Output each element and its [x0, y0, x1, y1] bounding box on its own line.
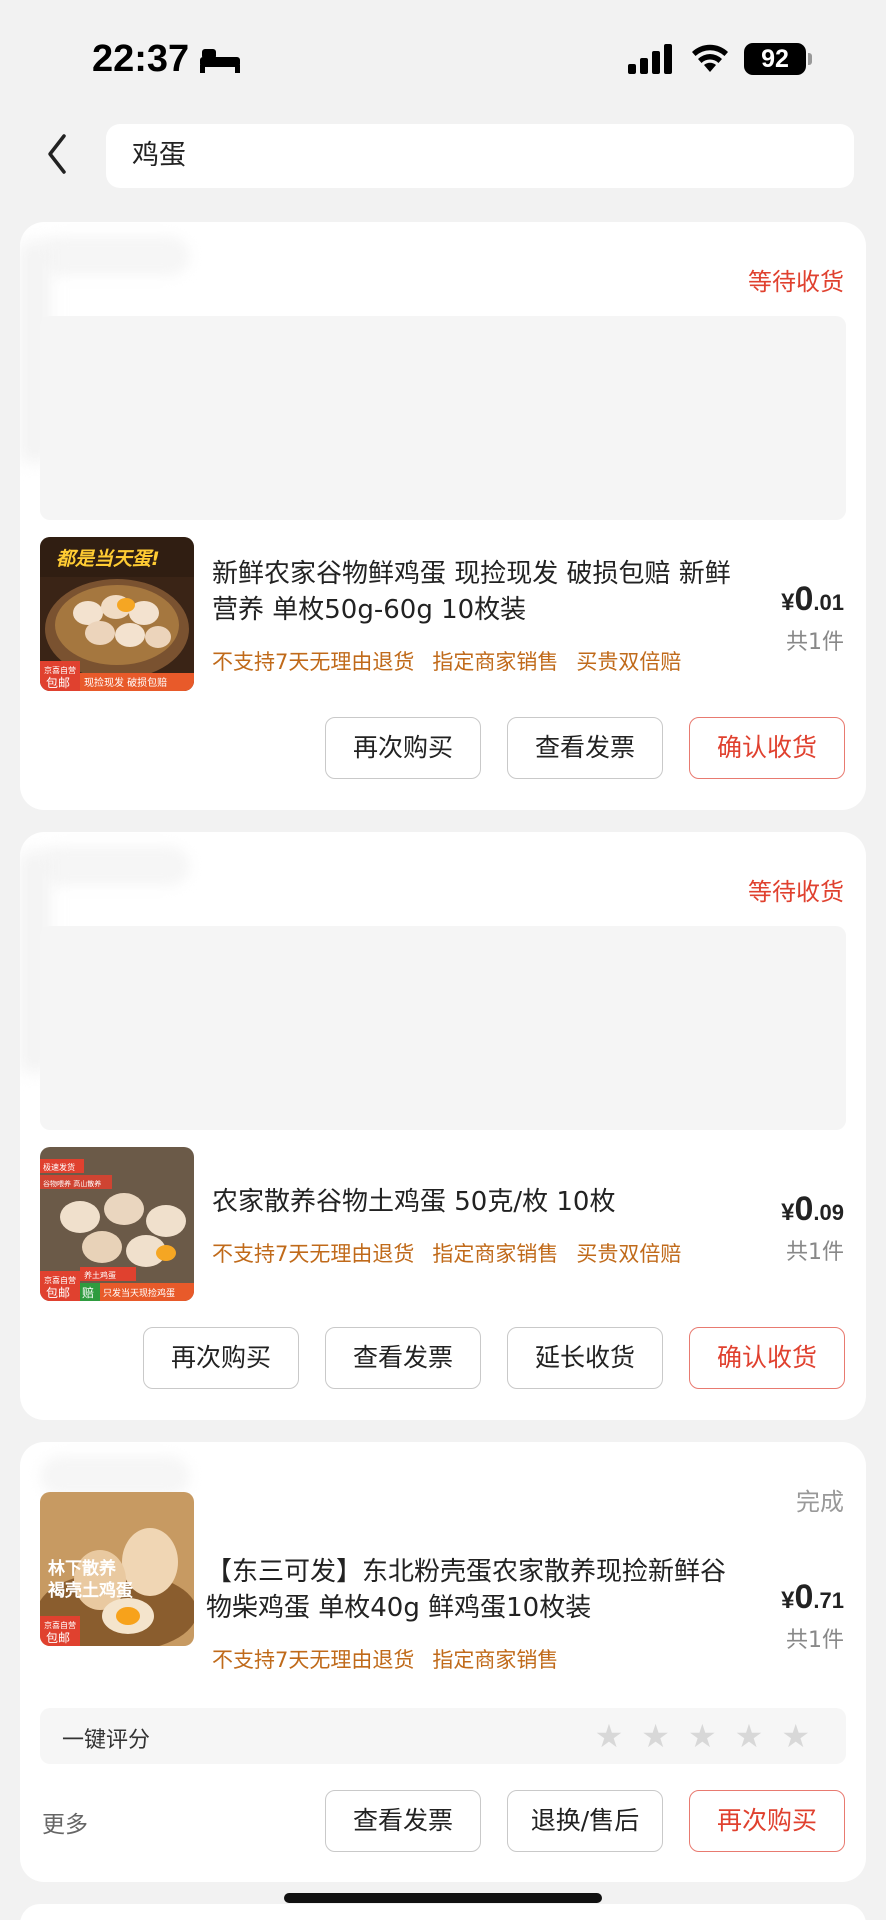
eggs-image: 极速发货 谷物喂养 高山散养 养土鸡蛋 京喜自营 包邮 赔 只发当天现捡鸡蛋	[40, 1147, 194, 1301]
star-icon[interactable]: ★	[641, 1717, 688, 1755]
buy-again-button[interactable]: 再次购买	[689, 1790, 845, 1852]
wifi-icon	[692, 44, 728, 72]
shop-name-blurred	[40, 236, 190, 276]
service-tags: 不支持7天无理由退货 指定商家销售	[212, 1644, 576, 1674]
order-card: 等待收货 极速发货 谷物喂养 高山散养 养土鸡蛋 京喜自营 包邮 赔 只发当天现…	[20, 832, 866, 1420]
egg-basket-image: 都是当天蛋! 京喜自营 包邮 现捡现发 破损包赔	[40, 537, 194, 691]
eggs-nest-image: 林下散养 褐壳土鸡蛋 京喜自营 包邮	[40, 1492, 194, 1646]
return-aftersale-button[interactable]: 退换/售后	[507, 1790, 663, 1852]
tag: 指定商家销售	[432, 1242, 559, 1266]
search-input[interactable]: 鸡蛋	[106, 124, 854, 188]
cellular-signal-icon	[628, 44, 672, 74]
product-title[interactable]: 农家散养谷物土鸡蛋 50克/枚 10枚	[212, 1184, 732, 1220]
order-status: 等待收货	[748, 268, 844, 296]
tag: 不支持7天无理由退货	[212, 1242, 415, 1266]
redacted-block	[40, 926, 846, 1130]
star-icon[interactable]: ★	[595, 1717, 642, 1755]
order-status: 完成	[796, 1488, 844, 1516]
thumb-badge: 谷物喂养 高山散养	[43, 1179, 101, 1188]
thumb-badge: 京喜自营	[44, 1620, 76, 1630]
order-card-partial	[20, 1904, 866, 1920]
buy-again-button[interactable]: 再次购买	[143, 1327, 299, 1389]
thumb-badge: 包邮	[46, 676, 70, 690]
product-title[interactable]: 新鲜农家谷物鲜鸡蛋 现捡现发 破损包赔 新鲜营养 单枚50g-60g 10枚装	[212, 556, 732, 628]
shop-name-blurred	[40, 1456, 190, 1496]
thumb-badge: 极速发货	[43, 1162, 75, 1172]
confirm-receipt-button[interactable]: 确认收货	[689, 717, 845, 779]
service-tags: 不支持7天无理由退货 指定商家销售 买贵双倍赔	[212, 646, 699, 676]
product-thumbnail[interactable]: 都是当天蛋! 京喜自营 包邮 现捡现发 破损包赔	[40, 537, 194, 691]
thumb-banner: 现捡现发 破损包赔	[84, 676, 167, 689]
thumb-badge: 养土鸡蛋	[84, 1270, 116, 1280]
star-icon[interactable]: ★	[735, 1717, 782, 1755]
thumb-headline: 褐壳土鸡蛋	[47, 1580, 133, 1601]
battery-cap	[808, 53, 812, 65]
shop-name-blurred	[40, 846, 190, 886]
star-icon[interactable]: ★	[781, 1717, 828, 1755]
order-card: 完成 林下散养 褐壳土鸡蛋 京喜自营 包邮 【东三可发】东北粉壳蛋农家散养现捡新…	[20, 1442, 866, 1882]
thumb-banner: 只发当天现捡鸡蛋	[103, 1287, 175, 1299]
sleep-focus-icon	[200, 49, 240, 73]
quick-rating-label: 一键评分	[62, 1728, 151, 1753]
rating-stars: ★★★★★	[595, 1720, 828, 1752]
status-bar: 22:37 92	[0, 0, 886, 110]
price: ¥0.01	[781, 580, 844, 618]
extend-receipt-button[interactable]: 延长收货	[507, 1327, 663, 1389]
home-indicator[interactable]	[284, 1893, 602, 1903]
star-icon[interactable]: ★	[688, 1717, 735, 1755]
view-invoice-button[interactable]: 查看发票	[325, 1790, 481, 1852]
tag: 买贵双倍赔	[576, 1242, 682, 1266]
thumb-headline: 林下散养	[48, 1558, 117, 1579]
tag: 指定商家销售	[432, 1648, 559, 1672]
product-thumbnail[interactable]: 林下散养 褐壳土鸡蛋 京喜自营 包邮	[40, 1492, 194, 1646]
thumb-badge: 京喜自营	[44, 665, 76, 675]
view-invoice-button[interactable]: 查看发票	[507, 717, 663, 779]
quick-rating-row: 一键评分 ★★★★★	[40, 1708, 846, 1764]
view-invoice-button[interactable]: 查看发票	[325, 1327, 481, 1389]
item-count: 共1件	[786, 630, 844, 655]
back-button[interactable]	[38, 130, 78, 178]
thumb-badge: 包邮	[46, 1631, 70, 1645]
product-thumbnail[interactable]: 极速发货 谷物喂养 高山散养 养土鸡蛋 京喜自营 包邮 赔 只发当天现捡鸡蛋	[40, 1147, 194, 1301]
price: ¥0.71	[781, 1578, 844, 1616]
thumb-badge: 赔	[82, 1285, 94, 1300]
battery-indicator: 92	[744, 43, 806, 75]
price: ¥0.09	[781, 1190, 844, 1228]
tag: 不支持7天无理由退货	[212, 650, 415, 674]
tag: 指定商家销售	[432, 650, 559, 674]
order-status: 等待收货	[748, 878, 844, 906]
tag: 买贵双倍赔	[576, 650, 682, 674]
buy-again-button[interactable]: 再次购买	[325, 717, 481, 779]
more-link[interactable]: 更多	[42, 1805, 88, 1839]
status-time: 22:37	[92, 38, 190, 80]
order-card: 等待收货 都是当天蛋! 京喜自营 包邮 现捡现发 破损包赔 新鲜农家谷物鲜鸡蛋 …	[20, 222, 866, 810]
thumb-badge: 包邮	[46, 1286, 70, 1300]
service-tags: 不支持7天无理由退货 指定商家销售 买贵双倍赔	[212, 1238, 699, 1268]
thumb-headline: 都是当天蛋!	[56, 548, 160, 570]
tag: 不支持7天无理由退货	[212, 1648, 415, 1672]
redacted-block	[40, 316, 846, 520]
confirm-receipt-button[interactable]: 确认收货	[689, 1327, 845, 1389]
product-title[interactable]: 【东三可发】东北粉壳蛋农家散养现捡新鲜谷物柴鸡蛋 单枚40g 鲜鸡蛋10枚装	[206, 1554, 726, 1626]
item-count: 共1件	[786, 1240, 844, 1265]
item-count: 共1件	[786, 1628, 844, 1653]
thumb-badge: 京喜自营	[44, 1275, 76, 1285]
